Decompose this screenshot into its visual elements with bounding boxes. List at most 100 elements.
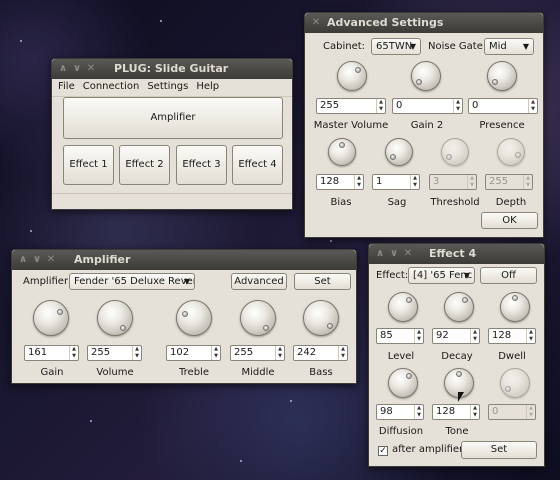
maximize-icon[interactable]: ∨ [389,249,399,259]
effect-4-button[interactable]: Effect 4 [232,145,283,185]
plug-title-bar[interactable]: ∧ ∨ ✕ PLUG: Slide Guitar [52,59,292,79]
decay-spin[interactable]: 92 ▲ ▼ [432,328,480,344]
effect-off-button[interactable]: Off [480,267,537,284]
tone-spin[interactable]: 128 ▲ ▼ [432,404,480,420]
close-icon[interactable]: ✕ [46,255,56,265]
master-volume-label: Master Volume [313,120,389,131]
gain2-knob[interactable] [411,61,441,91]
decay-label: Decay [441,351,473,362]
bias-spin[interactable]: 128 ▲ ▼ [316,174,364,190]
middle-knob[interactable] [240,300,276,336]
presence-knob[interactable] [487,61,517,91]
amplifier-model-combo[interactable]: Fender '65 Deluxe Reverb ▼ [69,273,195,290]
star [240,460,242,462]
advanced-button[interactable]: Advanced [231,273,287,290]
middle-spin[interactable]: 255 ▲ ▼ [230,345,285,361]
close-icon[interactable]: ✕ [311,18,321,28]
star [90,420,92,422]
dwell-label: Dwell [498,351,526,362]
advanced-settings-window: ✕ Advanced Settings Cabinet: 65TWN ▼ Nois… [304,12,544,238]
bass-spin[interactable]: 242 ▲ ▼ [293,345,348,361]
chevron-down-icon: ▼ [463,271,470,280]
maximize-icon[interactable]: ∨ [72,64,82,74]
cabinet-combo[interactable]: 65TWN ▼ [371,38,421,55]
diffusion-knob[interactable] [388,368,418,398]
after-amplifier-checkbox[interactable]: ✓ [378,446,388,456]
minimize-icon[interactable]: ∧ [58,64,68,74]
minimize-icon[interactable]: ∧ [375,249,385,259]
chevron-down-icon: ▼ [522,42,529,51]
star [20,40,22,42]
bass-label: Bass [309,367,333,378]
effect-set-button[interactable]: Set [461,441,537,459]
effect-1-button[interactable]: Effect 1 [63,145,114,185]
gain-label: Gain [40,367,64,378]
presence-label: Presence [479,120,525,131]
treble-knob[interactable] [176,300,212,336]
presence-spin[interactable]: 0 ▲ ▼ [468,98,538,114]
gain2-spin[interactable]: 0 ▲ ▼ [392,98,463,114]
depth-spin: 255 ▲ ▼ [485,174,533,190]
bias-label: Bias [330,197,352,208]
amplifier-button[interactable]: Amplifier [63,97,283,139]
amplifier-title-bar[interactable]: ∧ ∨ ✕ Amplifier [12,250,356,270]
window-title: Advanced Settings [327,16,444,29]
threshold-knob[interactable] [441,138,469,166]
after-amplifier-label: after amplifier [392,444,464,455]
gain-spin[interactable]: 161 ▲ ▼ [24,345,79,361]
effect-3-button[interactable]: Effect 3 [176,145,227,185]
effect-model-combo[interactable]: [4] '65 Fenc ▼ [408,267,475,284]
menu-bar: File Connection Settings Help [52,79,292,97]
minimize-icon[interactable]: ∧ [18,255,28,265]
depth-label: Depth [495,197,527,208]
menu-connection[interactable]: Connection [83,81,140,94]
decay-knob[interactable] [444,292,474,322]
mouse-pointer-icon [458,392,464,402]
depth-knob[interactable] [497,138,525,166]
chevron-down-icon: ▼ [409,42,416,51]
star [330,240,332,242]
middle-label: Middle [241,367,275,378]
effect-label: Effect: [376,270,409,281]
plug-main-window: ∧ ∨ ✕ PLUG: Slide Guitar File Connection… [51,58,293,210]
bias-knob[interactable] [328,138,356,166]
sag-knob[interactable] [385,138,413,166]
master-volume-spin[interactable]: 255 ▲ ▼ [316,98,386,114]
sag-spin[interactable]: 1 ▲ ▼ [372,174,420,190]
window-title: PLUG: Slide Guitar [114,62,229,75]
menu-help[interactable]: Help [196,81,219,94]
level-knob[interactable] [388,292,418,322]
volume-knob[interactable] [97,300,133,336]
noise-gate-combo[interactable]: Mid ▼ [484,38,534,55]
diffusion-spin[interactable]: 98 ▲ ▼ [376,404,424,420]
gain2-label: Gain 2 [410,120,444,131]
effect4-title-bar[interactable]: ∧ ∨ ✕ Effect 4 [369,244,544,264]
disabled-knob [500,368,530,398]
star [160,20,162,22]
amp-set-button[interactable]: Set [294,273,351,290]
advanced-title-bar[interactable]: ✕ Advanced Settings [305,13,543,33]
maximize-icon[interactable]: ∨ [32,255,42,265]
effect4-window: ∧ ∨ ✕ Effect 4 Effect: [4] '65 Fenc ▼ Off… [368,243,545,467]
volume-spin[interactable]: 255 ▲ ▼ [87,345,142,361]
bass-knob[interactable] [303,300,339,336]
dwell-spin[interactable]: 128 ▲ ▼ [488,328,536,344]
ok-button[interactable]: OK [481,212,538,229]
close-icon[interactable]: ✕ [403,249,413,259]
master-volume-knob[interactable] [337,61,367,91]
threshold-label: Threshold [430,197,480,208]
diffusion-label: Diffusion [378,426,424,437]
tone-label: Tone [445,426,469,437]
disabled-spin: 0 ▲ ▼ [488,404,536,420]
close-icon[interactable]: ✕ [86,64,96,74]
dwell-knob[interactable] [500,292,530,322]
noise-gate-label: Noise Gate: [428,41,487,52]
menu-file[interactable]: File [58,81,75,94]
level-spin[interactable]: 85 ▲ ▼ [376,328,424,344]
effect-2-button[interactable]: Effect 2 [119,145,170,185]
amplifier-window: ∧ ∨ ✕ Amplifier Amplifier: Fender '65 De… [11,249,357,384]
menu-settings[interactable]: Settings [147,81,188,94]
threshold-spin: 3 ▲ ▼ [429,174,477,190]
gain-knob[interactable] [33,300,69,336]
treble-spin[interactable]: 102 ▲ ▼ [166,345,221,361]
